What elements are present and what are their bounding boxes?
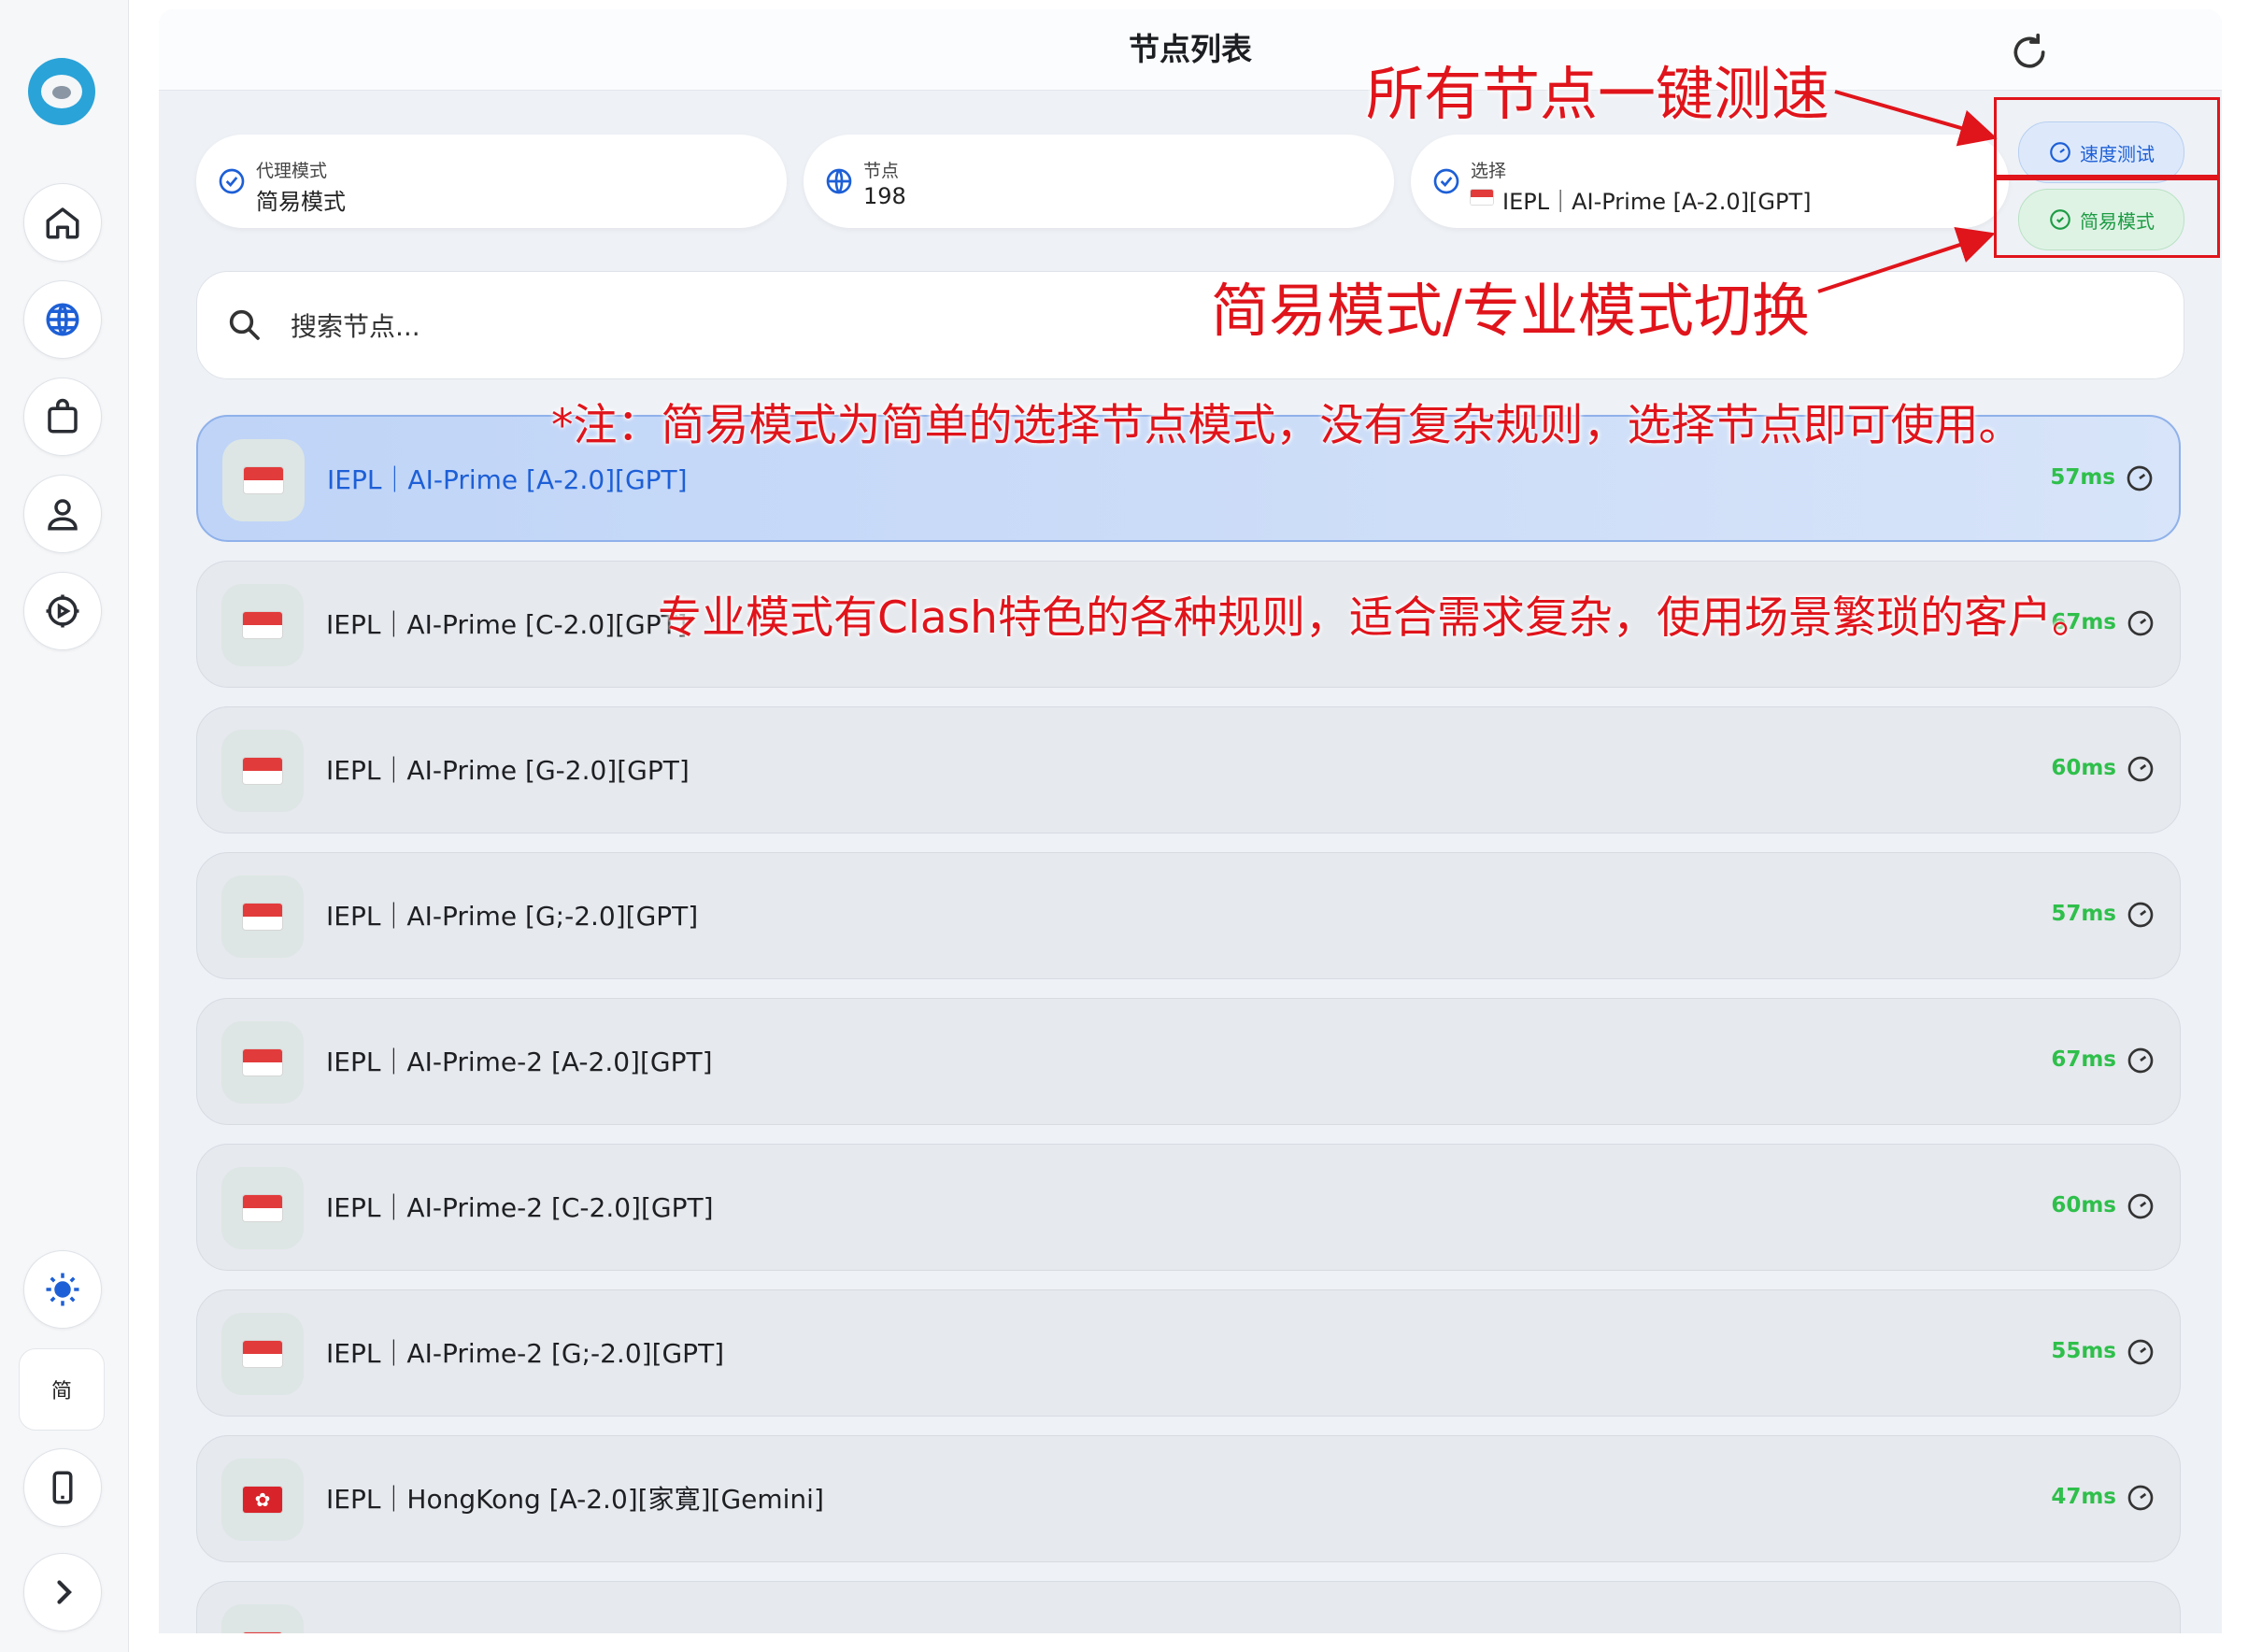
sg-flag-icon: [243, 1049, 282, 1075]
node-name: IEPL｜AI-Prime-2 [C-2.0][GPT]: [326, 1192, 714, 1223]
refresh-icon[interactable]: [2009, 32, 2050, 73]
user-icon: [48, 499, 78, 531]
node-count-label: 节点: [863, 161, 900, 181]
node-count-value: 198: [863, 183, 906, 209]
sun-icon: [46, 1273, 79, 1306]
sg-flag-icon: [243, 1341, 282, 1367]
node-row[interactable]: IEPL｜HongKong [A-2.0][家寛][Gemini] 47ms: [196, 1435, 2181, 1562]
sidebar-item-home[interactable]: [23, 183, 102, 262]
sidebar-item-store[interactable]: [23, 377, 102, 456]
latency-test-icon[interactable]: [2126, 1046, 2156, 1075]
sidebar-item-settings[interactable]: [23, 572, 102, 650]
node-row[interactable]: IEPL｜AI-Prime [G-2.0][GPT] 60ms: [196, 706, 2181, 833]
flag-box: [221, 1313, 304, 1395]
search-bar: [196, 271, 2184, 379]
device-button[interactable]: [23, 1448, 102, 1527]
globe-icon: [826, 168, 852, 194]
home-icon: [46, 207, 79, 239]
hk-flag-icon: [243, 1487, 282, 1513]
sheep-logo-icon: [41, 75, 82, 108]
sidebar-item-proxies[interactable]: [23, 280, 102, 359]
page-title: 节点列表: [1129, 31, 1252, 67]
bag-icon: [48, 398, 78, 434]
latency-test-icon[interactable]: [2126, 900, 2156, 930]
speed-test-highlight-box: [1994, 97, 2220, 178]
flag-box: [221, 876, 304, 958]
node-name: IEPL｜HongKong [A-2.0][家寛][Gemini]: [326, 1484, 824, 1515]
sidebar-item-profile[interactable]: [23, 475, 102, 553]
latency-test-icon[interactable]: [2126, 1337, 2156, 1367]
latency-test-icon[interactable]: [2126, 608, 2156, 638]
sg-flag-icon: [243, 758, 282, 784]
node-name: IEPL｜AI-Prime [A-2.0][GPT]: [327, 464, 688, 495]
selected-node-card: 选择 IEPL｜AI-Prime [A-2.0][GPT]: [1411, 135, 2009, 228]
sg-flag-icon: [243, 1195, 282, 1221]
expand-sidebar-button[interactable]: [23, 1553, 102, 1631]
node-row[interactable]: IEPL｜AI-Prime [G;-2.0][GPT] 57ms: [196, 852, 2181, 979]
flag-box: [221, 1604, 304, 1633]
node-row[interactable]: [196, 1581, 2181, 1633]
node-name: IEPL｜AI-Prime-2 [G;-2.0][GPT]: [326, 1338, 725, 1369]
mode-switch-annotation: 简易模式/专业模式切换: [1211, 277, 1810, 345]
proxy-mode-label: 代理模式: [256, 161, 328, 181]
sg-flag-icon: [243, 904, 282, 930]
top-bar: 节点列表: [159, 9, 2222, 91]
mode-switch-highlight-box: [1994, 178, 2220, 258]
node-row[interactable]: IEPL｜AI-Prime-2 [G;-2.0][GPT] 55ms: [196, 1289, 2181, 1417]
proxy-mode-value: 简易模式: [256, 189, 346, 215]
check-circle-icon: [1433, 168, 1459, 194]
speed-test-annotation: 所有节点一键测速: [1366, 60, 1830, 128]
node-latency: 60ms: [2051, 1193, 2116, 1218]
node-latency: 67ms: [2051, 1047, 2116, 1072]
selected-node-value: IEPL｜AI-Prime [A-2.0][GPT]: [1502, 189, 1812, 215]
latency-test-icon[interactable]: [2125, 463, 2155, 493]
main-panel: 节点列表 代理模式 简易模式 节点 198 选择 IEPL｜AI-Prime […: [159, 9, 2222, 1633]
sg-flag-icon: [1471, 190, 1493, 205]
app-window: 简 节点列表 代理模式 简易模式 节点 198 选择 IEPL｜AI-Prime…: [0, 0, 2248, 1652]
node-latency: 47ms: [2051, 1485, 2116, 1509]
flag-box: [221, 730, 304, 812]
globe-icon: [46, 303, 79, 336]
node-count-card: 节点 198: [804, 135, 1394, 228]
pro-mode-annotation: 专业模式有Clash特色的各种规则，适合需求复杂，使用场景繁琐的客户。: [658, 592, 2096, 644]
sg-flag-icon: [243, 1632, 282, 1633]
node-latency: 55ms: [2051, 1339, 2116, 1363]
phone-icon: [52, 1471, 73, 1504]
sg-flag-icon: [243, 612, 282, 638]
flag-box: [221, 1459, 304, 1541]
node-row[interactable]: IEPL｜AI-Prime-2 [C-2.0][GPT] 60ms: [196, 1144, 2181, 1271]
flag-box: [222, 439, 305, 521]
node-name: IEPL｜AI-Prime-2 [A-2.0][GPT]: [326, 1047, 713, 1077]
node-name: IEPL｜AI-Prime [C-2.0][GPT]: [326, 609, 688, 640]
latency-test-icon[interactable]: [2126, 1191, 2156, 1221]
latency-test-icon[interactable]: [2126, 1483, 2156, 1513]
node-latency: 60ms: [2051, 756, 2116, 780]
chevron-right-icon: [57, 1580, 72, 1604]
flag-box: [221, 584, 304, 666]
mode-icon: [219, 168, 245, 194]
selected-node-label: 选择: [1471, 161, 1507, 181]
flag-box: [221, 1021, 304, 1104]
node-row[interactable]: IEPL｜AI-Prime-2 [A-2.0][GPT] 67ms: [196, 998, 2181, 1125]
settings-icon: [46, 594, 79, 628]
node-latency: 57ms: [2051, 902, 2116, 926]
theme-toggle[interactable]: [23, 1250, 102, 1329]
search-icon: [229, 309, 260, 340]
proxy-mode-card: 代理模式 简易模式: [196, 135, 787, 228]
app-logo: [28, 58, 95, 125]
node-latency: 57ms: [2050, 465, 2115, 490]
sidebar: 简: [0, 0, 129, 1652]
language-button[interactable]: 简: [19, 1348, 105, 1431]
flag-box: [221, 1167, 304, 1249]
latency-test-icon[interactable]: [2126, 754, 2156, 784]
node-name: IEPL｜AI-Prime [G-2.0][GPT]: [326, 755, 690, 786]
node-name: IEPL｜AI-Prime [G;-2.0][GPT]: [326, 901, 699, 932]
sg-flag-icon: [244, 467, 283, 493]
simple-mode-annotation: *注：简易模式为简单的选择节点模式，没有复杂规则，选择节点即可使用。: [551, 400, 2023, 451]
